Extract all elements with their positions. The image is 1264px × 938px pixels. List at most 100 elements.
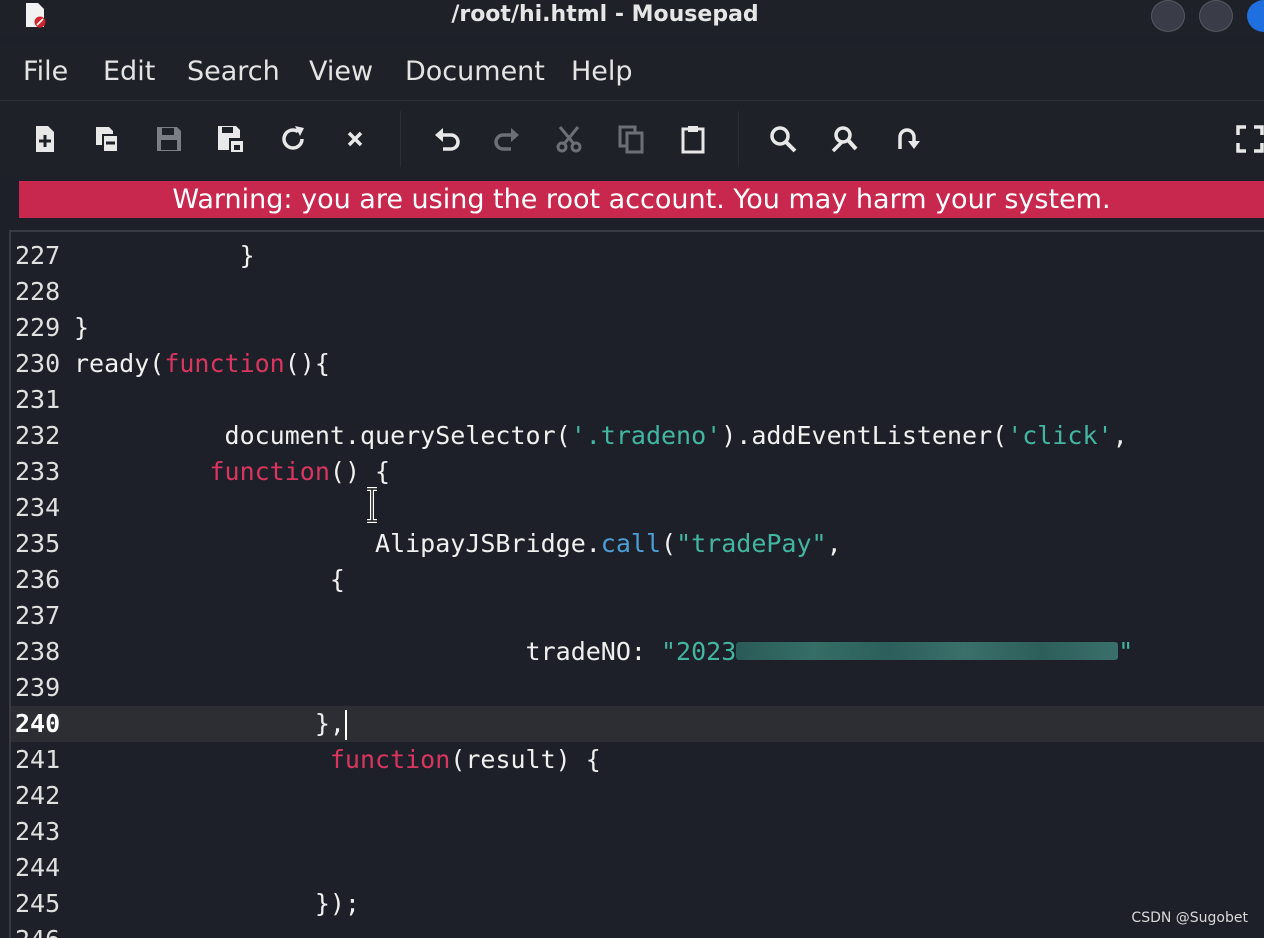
find-icon[interactable] bbox=[765, 121, 801, 157]
save-icon[interactable] bbox=[151, 121, 187, 157]
menu-help[interactable]: Help bbox=[571, 56, 633, 87]
line-number: 237 bbox=[15, 601, 61, 630]
paste-icon[interactable] bbox=[675, 121, 711, 157]
menu-bar: File Edit Search View Document Help bbox=[0, 46, 1264, 101]
code-token: }, bbox=[74, 709, 345, 738]
close-window-button[interactable] bbox=[1247, 0, 1264, 32]
code-line: 239 bbox=[11, 670, 1264, 706]
code-token: , bbox=[1112, 421, 1128, 450]
code-line: 237 bbox=[11, 598, 1264, 634]
code-line: 233 function() { bbox=[11, 454, 1264, 490]
line-number: 235 bbox=[15, 529, 61, 558]
line-number: 230 bbox=[15, 349, 61, 378]
line-number: 227 bbox=[15, 241, 61, 270]
line-text: }, bbox=[74, 706, 347, 742]
string-token: " bbox=[1118, 637, 1134, 666]
method-token: call bbox=[600, 529, 662, 558]
line-text: } bbox=[74, 241, 255, 270]
cut-icon[interactable] bbox=[551, 121, 587, 157]
redo-icon[interactable] bbox=[489, 121, 525, 157]
code-line: 244 bbox=[11, 850, 1264, 886]
code-line: 236 { bbox=[11, 562, 1264, 598]
line-text: } bbox=[74, 313, 90, 342]
code-line: 230 ready(function(){ bbox=[11, 346, 1264, 382]
root-warning-banner: Warning: you are using the root account.… bbox=[19, 181, 1264, 218]
line-number: 239 bbox=[15, 673, 61, 702]
menu-view[interactable]: View bbox=[309, 56, 373, 87]
line-number: 232 bbox=[15, 421, 61, 450]
code-token: document.querySelector( bbox=[74, 421, 571, 450]
toolbar bbox=[0, 101, 1264, 177]
current-code-line: 240 }, bbox=[11, 706, 1264, 742]
code-line: 229 } bbox=[11, 310, 1264, 346]
copy-icon[interactable] bbox=[613, 121, 649, 157]
line-text: function() { bbox=[74, 454, 390, 490]
line-text: tradeNO: "2023 " bbox=[74, 634, 1134, 670]
code-line: 227 } bbox=[11, 238, 1264, 274]
menu-search[interactable]: Search bbox=[187, 56, 280, 87]
code-token: (result) { bbox=[450, 745, 601, 774]
line-number: 242 bbox=[15, 781, 61, 810]
toolbar-separator bbox=[738, 111, 739, 167]
line-text: AlipayJSBridge.call("tradePay", bbox=[74, 526, 842, 562]
code-token: AlipayJSBridge. bbox=[74, 529, 601, 558]
code-token: ( bbox=[661, 529, 677, 558]
menu-document[interactable]: Document bbox=[405, 56, 545, 87]
line-text: { bbox=[74, 565, 345, 594]
code-token: (){ bbox=[284, 349, 330, 378]
string-token: "tradePay" bbox=[676, 529, 827, 558]
code-line: 241 function(result) { bbox=[11, 742, 1264, 778]
redacted-trade-number bbox=[736, 642, 1119, 660]
line-text: document.querySelector('.tradeno').addEv… bbox=[74, 418, 1128, 454]
line-number: 245 bbox=[15, 889, 61, 918]
goto-icon[interactable] bbox=[889, 121, 925, 157]
minimize-button[interactable] bbox=[1151, 0, 1185, 32]
code-line: 231 bbox=[11, 382, 1264, 418]
line-number: 228 bbox=[15, 277, 61, 306]
code-line: 238 tradeNO: "2023 " bbox=[11, 634, 1264, 670]
line-number: 236 bbox=[15, 565, 61, 594]
undo-icon[interactable] bbox=[429, 121, 465, 157]
code-token: () { bbox=[329, 457, 391, 486]
save-as-icon[interactable] bbox=[213, 121, 249, 157]
window-title: /root/hi.html - Mousepad bbox=[451, 2, 759, 27]
line-number: 229 bbox=[15, 313, 61, 342]
menu-edit[interactable]: Edit bbox=[103, 56, 155, 87]
string-token: "2023 bbox=[661, 637, 737, 666]
reload-icon[interactable] bbox=[275, 121, 311, 157]
code-line: 235 AlipayJSBridge.call("tradePay", bbox=[11, 526, 1264, 562]
new-window-icon[interactable] bbox=[89, 121, 125, 157]
menu-file[interactable]: File bbox=[23, 56, 68, 87]
find-replace-icon[interactable] bbox=[827, 121, 863, 157]
new-document-icon[interactable] bbox=[27, 121, 63, 157]
code-line: 234 bbox=[11, 490, 1264, 526]
fullscreen-icon[interactable] bbox=[1232, 121, 1264, 157]
line-number: 244 bbox=[15, 853, 61, 882]
maximize-button[interactable] bbox=[1199, 0, 1233, 32]
close-icon[interactable] bbox=[337, 121, 373, 157]
code-token: ready( bbox=[74, 349, 165, 378]
line-text: }); bbox=[74, 889, 360, 918]
line-number: 241 bbox=[15, 745, 61, 774]
string-token: 'click' bbox=[1007, 421, 1113, 450]
title-bar: /root/hi.html - Mousepad bbox=[0, 0, 1264, 34]
line-number: 231 bbox=[15, 385, 61, 414]
code-editor[interactable]: 227 } 228 229 } 230 ready(function(){ 23… bbox=[9, 230, 1264, 938]
keyword-token: function bbox=[209, 457, 330, 486]
line-number: 240 bbox=[15, 709, 61, 738]
keyword-token: function bbox=[164, 349, 285, 378]
keyword-token: function bbox=[329, 745, 451, 774]
code-line: 243 bbox=[11, 814, 1264, 850]
line-number: 243 bbox=[15, 817, 61, 846]
code-line: 232 document.querySelector('.tradeno').a… bbox=[11, 418, 1264, 454]
toolbar-separator bbox=[400, 111, 401, 167]
code-line: 242 bbox=[11, 778, 1264, 814]
string-token: '.tradeno' bbox=[570, 421, 722, 450]
line-number: 238 bbox=[15, 637, 61, 666]
watermark: CSDN @Sugobet bbox=[1131, 910, 1248, 926]
line-number: 234 bbox=[15, 493, 61, 522]
line-text: function(result) { bbox=[74, 742, 601, 778]
text-cursor bbox=[344, 710, 347, 740]
